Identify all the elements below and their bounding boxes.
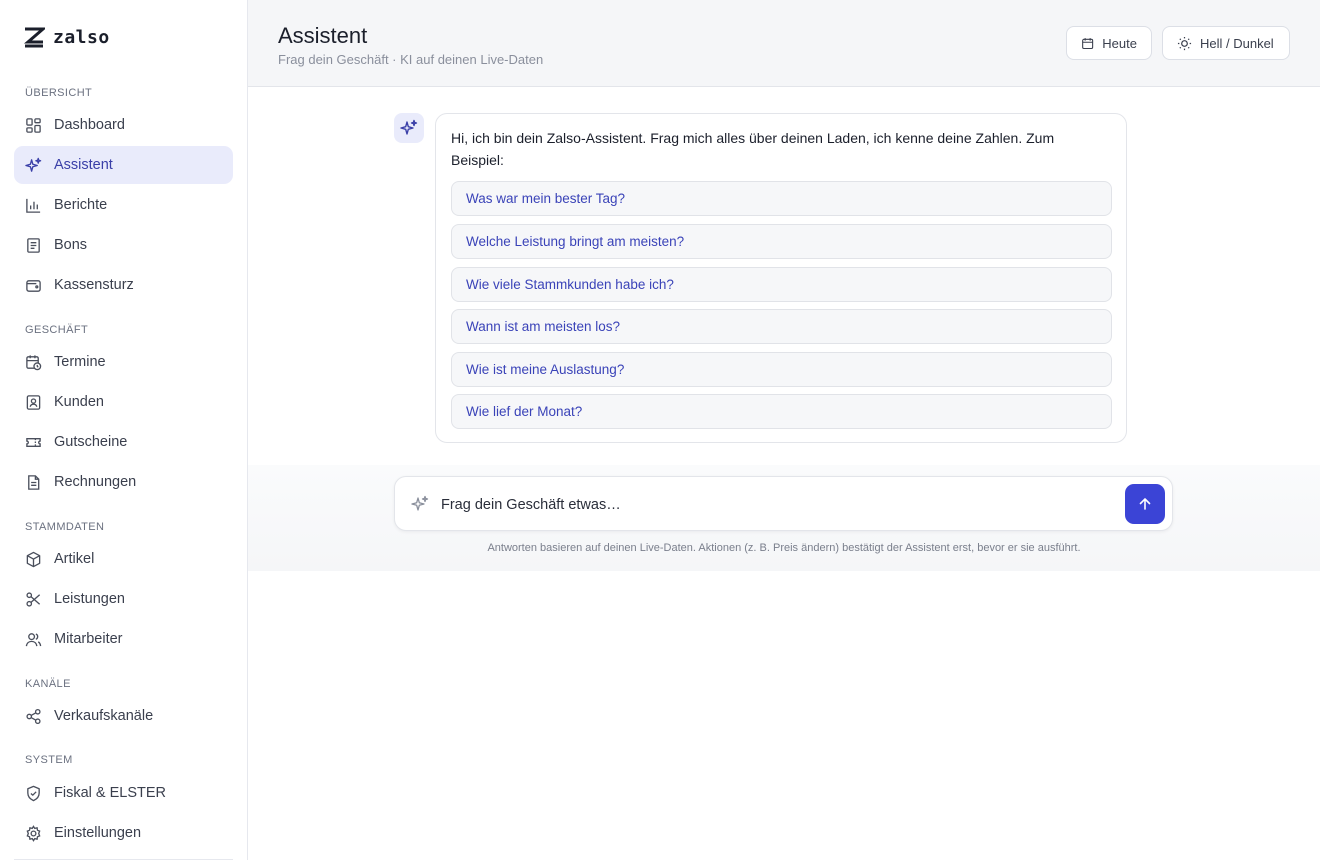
sparkles-icon — [25, 157, 42, 172]
sidebar-item-assistant[interactable]: Assistent — [14, 146, 233, 184]
sidebar-item-receipts[interactable]: Bons — [14, 226, 233, 264]
sidebar-item-vouchers[interactable]: Gutscheine — [14, 423, 233, 461]
arrow-up-icon — [1139, 498, 1151, 510]
send-button[interactable] — [1125, 484, 1165, 524]
brand-name: zalso — [53, 26, 110, 48]
sidebar-item-label: Leistungen — [54, 591, 125, 607]
calendar-clock-icon — [26, 354, 42, 370]
dashboard-icon — [26, 117, 41, 133]
scissors-icon — [26, 591, 41, 607]
sidebar-item-saleschannels[interactable]: Verkaufskanäle — [14, 697, 233, 735]
sidebar-item-label: Kassensturz — [54, 277, 134, 293]
suggestion-chip[interactable]: Wie ist meine Auslastung? — [451, 352, 1112, 387]
page-subtitle: Frag dein Geschäft · KI auf deinen Live-… — [278, 52, 544, 67]
suggestion-chip[interactable]: Welche Leistung bringt am meisten? — [451, 224, 1112, 259]
sidebar-item-label: Rechnungen — [54, 474, 137, 490]
brand-logo[interactable]: zalso — [23, 26, 110, 48]
sidebar-item-settings[interactable]: Einstellungen — [14, 814, 233, 852]
sidebar-item-customers[interactable]: Kunden — [14, 383, 233, 421]
assistant-message: Hi, ich bin dein Zalso-Assistent. Frag m… — [435, 113, 1127, 443]
assistant-avatar — [394, 113, 424, 143]
section-label-channels: KANÄLE — [25, 678, 71, 690]
sidebar-item-label: Bons — [54, 237, 88, 253]
section-label-overview: ÜBERSICHT — [25, 87, 93, 99]
suggestion-chip[interactable]: Wann ist am meisten los? — [451, 309, 1112, 344]
sidebar: zalso ÜBERSICHT Dashboard Assistent Beri… — [0, 0, 248, 860]
zalso-logo-icon — [23, 27, 45, 48]
sidebar-item-label: Kunden — [54, 394, 104, 410]
sidebar-item-label: Gutscheine — [54, 434, 128, 450]
page-title: Assistent — [278, 23, 368, 48]
sidebar-item-label: Einstellungen — [54, 825, 142, 841]
sidebar-item-appointments[interactable]: Termine — [14, 343, 233, 381]
bar-chart-icon — [26, 198, 41, 213]
chat-composer — [394, 476, 1173, 531]
wallet-icon — [26, 279, 41, 292]
sidebar-item-fiscal[interactable]: Fiskal & ELSTER — [14, 774, 233, 812]
suggestion-chip[interactable]: Wie viele Stammkunden habe ich? — [451, 267, 1112, 302]
sidebar-item-label: Verkaufskanäle — [54, 708, 154, 724]
suggestion-chip[interactable]: Was war mein bester Tag? — [451, 181, 1112, 216]
page-header: Assistent Frag dein Geschäft · KI auf de… — [248, 0, 1320, 87]
contact-card-icon — [26, 394, 41, 410]
main-area: Assistent Frag dein Geschäft · KI auf de… — [248, 0, 1320, 860]
document-icon — [28, 474, 40, 490]
sidebar-item-label: Assistent — [54, 157, 113, 173]
suggestion-chip[interactable]: Wie lief der Monat? — [451, 394, 1112, 429]
sparkles-icon — [411, 495, 429, 511]
receipt-icon — [27, 237, 40, 253]
sidebar-item-articles[interactable]: Artikel — [14, 540, 233, 578]
sidebar-item-label: Mitarbeiter — [54, 631, 123, 647]
section-label-business: GESCHÄFT — [25, 324, 89, 336]
sidebar-item-label: Artikel — [54, 551, 95, 567]
sun-icon — [1177, 36, 1192, 50]
calendar-icon — [1082, 37, 1094, 49]
sidebar-item-label: Termine — [54, 354, 106, 370]
sidebar-item-invoices[interactable]: Rechnungen — [14, 463, 233, 501]
sidebar-item-cashcount[interactable]: Kassensturz — [14, 266, 233, 304]
ticket-icon — [26, 437, 41, 447]
share-icon — [26, 708, 41, 724]
assistant-greeting: Hi, ich bin dein Zalso-Assistent. Frag m… — [451, 130, 1055, 168]
section-label-masterdata: STAMMDATEN — [25, 521, 105, 533]
sidebar-item-label: Berichte — [54, 197, 108, 213]
sparkles-icon — [400, 119, 418, 135]
sidebar-item-dashboard[interactable]: Dashboard — [14, 106, 233, 144]
sidebar-item-label: Fiskal & ELSTER — [54, 785, 166, 801]
section-label-system: SYSTEM — [25, 754, 73, 766]
gear-icon — [26, 824, 41, 842]
shield-check-icon — [27, 785, 40, 801]
today-label: Heute — [1102, 35, 1137, 51]
theme-label: Hell / Dunkel — [1200, 35, 1274, 51]
today-button[interactable]: Heute — [1066, 26, 1152, 60]
sidebar-item-reports[interactable]: Berichte — [14, 186, 233, 224]
sidebar-item-employees[interactable]: Mitarbeiter — [14, 620, 233, 658]
users-icon — [25, 632, 42, 646]
composer-disclaimer: Antworten basieren auf deinen Live-Daten… — [487, 542, 1081, 554]
theme-toggle-button[interactable]: Hell / Dunkel — [1162, 26, 1290, 60]
chat-input[interactable] — [441, 491, 1061, 518]
sidebar-item-services[interactable]: Leistungen — [14, 580, 233, 618]
package-icon — [26, 551, 41, 567]
sidebar-item-label: Dashboard — [54, 117, 125, 133]
